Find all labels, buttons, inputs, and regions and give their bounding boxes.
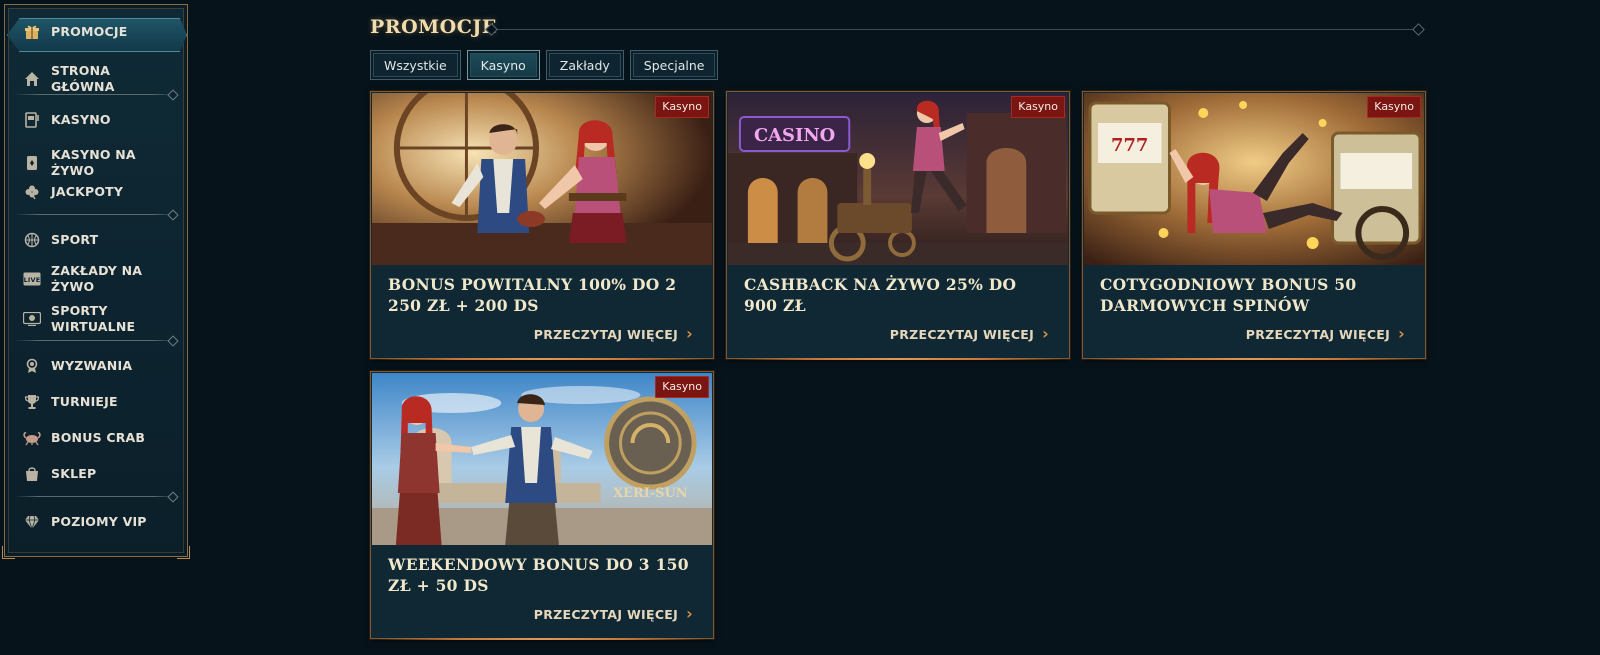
sidebar-item-sklep[interactable]: SKLEP <box>23 465 177 483</box>
promo-card[interactable]: CASINO Kasyno CASHBACK NA ŻYWO 25% DO 90… <box>726 91 1070 360</box>
category-badge: Kasyno <box>655 376 709 398</box>
promo-title: CASHBACK NA ŻYWO 25% DO 900 ZŁ <box>744 275 1017 315</box>
category-badge: Kasyno <box>655 96 709 118</box>
promo-title: BONUS POWITALNY 100% DO 2 250 ZŁ + 200 D… <box>388 275 677 315</box>
title-divider <box>487 29 1423 30</box>
read-more-label: PRZECZYTAJ WIĘCEJ <box>1245 326 1391 342</box>
sidebar-item-kasyno[interactable]: KASYNO <box>23 111 177 129</box>
read-more-label: PRZECZYTAJ WIĘCEJ <box>533 326 679 342</box>
sidebar-divider <box>15 94 177 95</box>
read-more-link[interactable]: PRZECZYTAJ WIĘCEJ › <box>1246 326 1405 342</box>
playing-card-icon <box>23 154 41 172</box>
chevron-right-icon: › <box>1042 324 1049 343</box>
sidebar-item-strona-glowna[interactable]: STRONA GŁÓWNA <box>23 63 177 95</box>
sidebar-divider <box>15 340 177 341</box>
svg-text:LIVE: LIVE <box>24 276 41 284</box>
promo-image: CASINO <box>728 93 1068 265</box>
filter-tabs: Wszystkie Kasyno Zakłady Specjalne <box>370 50 719 80</box>
shopping-bag-icon <box>23 465 41 483</box>
tab-kasyno[interactable]: Kasyno <box>466 50 540 80</box>
promo-image: 777 <box>1084 93 1424 265</box>
promo-image <box>372 93 712 265</box>
read-more-link[interactable]: PRZECZYTAJ WIĘCEJ › <box>890 326 1049 342</box>
sidebar-item-zaklady-na-zywo[interactable]: LIVE ZAKŁADY NA ŻYWO <box>23 263 177 295</box>
sidebar: PROMOCJE STRONA GŁÓWNA KASYNO KASYNO NA … <box>2 4 190 559</box>
sidebar-item-label: KASYNO NA ŻYWO <box>51 147 136 178</box>
sidebar-item-wyzwania[interactable]: WYZWANIA <box>23 357 177 375</box>
sidebar-item-label: WYZWANIA <box>51 358 133 373</box>
promo-card[interactable]: 777 Kasyno COTYGODNIOWY BONUS 50 DARMOWY… <box>1082 91 1426 360</box>
sidebar-divider <box>15 214 177 215</box>
medal-icon <box>23 357 41 375</box>
read-more-link[interactable]: PRZECZYTAJ WIĘCEJ › <box>534 326 693 342</box>
virtual-sports-icon <box>23 310 41 328</box>
crab-icon <box>23 429 41 447</box>
sidebar-item-sport[interactable]: SPORT <box>23 231 177 249</box>
sidebar-item-kasyno-na-zywo[interactable]: KASYNO NA ŻYWO <box>23 147 177 179</box>
sidebar-item-label: SPORTY WIRTUALNE <box>51 303 136 334</box>
page-title: PROMOCJE <box>370 16 497 38</box>
trophy-icon <box>23 393 41 411</box>
sidebar-item-sporty-wirtualne[interactable]: SPORTY WIRTUALNE <box>23 303 177 335</box>
category-badge: Kasyno <box>1367 96 1421 118</box>
sidebar-item-label: ZAKŁADY NA ŻYWO <box>51 263 143 294</box>
sidebar-item-jackpoty[interactable]: JACKPOTY <box>23 183 177 201</box>
sidebar-item-label: BONUS CRAB <box>51 430 146 445</box>
promo-title: WEEKENDOWY BONUS DO 3 150 ZŁ + 50 DS <box>388 555 689 595</box>
slot-machine-icon <box>23 111 41 129</box>
svg-text:CASINO: CASINO <box>754 125 835 146</box>
promo-card[interactable]: Kasyno BONUS POWITALNY 100% DO 2 250 ZŁ … <box>370 91 714 360</box>
clover-icon <box>23 183 41 201</box>
chevron-right-icon: › <box>686 324 693 343</box>
sidebar-item-label: TURNIEJE <box>51 394 118 409</box>
diamond-icon <box>23 513 41 531</box>
sidebar-item-label: KASYNO <box>51 112 111 127</box>
sidebar-item-promocje[interactable]: PROMOCJE <box>23 23 177 41</box>
tab-wszystkie[interactable]: Wszystkie <box>370 50 461 80</box>
sidebar-item-label: PROMOCJE <box>51 24 128 39</box>
category-badge: Kasyno <box>1011 96 1065 118</box>
tab-zaklady[interactable]: Zakłady <box>545 50 624 80</box>
chevron-right-icon: › <box>1398 324 1405 343</box>
live-icon: LIVE <box>23 270 41 288</box>
svg-text:777: 777 <box>1111 135 1148 156</box>
read-more-link[interactable]: PRZECZYTAJ WIĘCEJ › <box>534 606 693 622</box>
sidebar-item-turnieje[interactable]: TURNIEJE <box>23 393 177 411</box>
read-more-label: PRZECZYTAJ WIĘCEJ <box>889 326 1035 342</box>
sidebar-item-label: SKLEP <box>51 466 97 481</box>
sidebar-item-label: STRONA GŁÓWNA <box>51 63 115 94</box>
promo-card[interactable]: XERI-SUN Kasyno WEEKENDOWY BONUS DO 3 15… <box>370 371 714 640</box>
promo-image: XERI-SUN <box>372 373 712 545</box>
promo-title: COTYGODNIOWY BONUS 50 DARMOWYCH SPINÓW <box>1100 275 1357 315</box>
sidebar-item-bonus-crab[interactable]: BONUS CRAB <box>23 429 177 447</box>
sidebar-divider <box>15 496 177 497</box>
svg-text:XERI-SUN: XERI-SUN <box>613 486 688 501</box>
chevron-right-icon: › <box>686 604 693 623</box>
sidebar-item-label: POZIOMY VIP <box>51 514 147 529</box>
read-more-label: PRZECZYTAJ WIĘCEJ <box>533 606 679 622</box>
sidebar-item-label: JACKPOTY <box>51 184 124 199</box>
tab-specjalne[interactable]: Specjalne <box>629 50 719 80</box>
basketball-icon <box>23 231 41 249</box>
sidebar-item-label: SPORT <box>51 232 99 247</box>
home-icon <box>23 70 41 88</box>
sidebar-item-poziomy-vip[interactable]: POZIOMY VIP <box>23 513 177 531</box>
gift-icon <box>23 23 41 41</box>
